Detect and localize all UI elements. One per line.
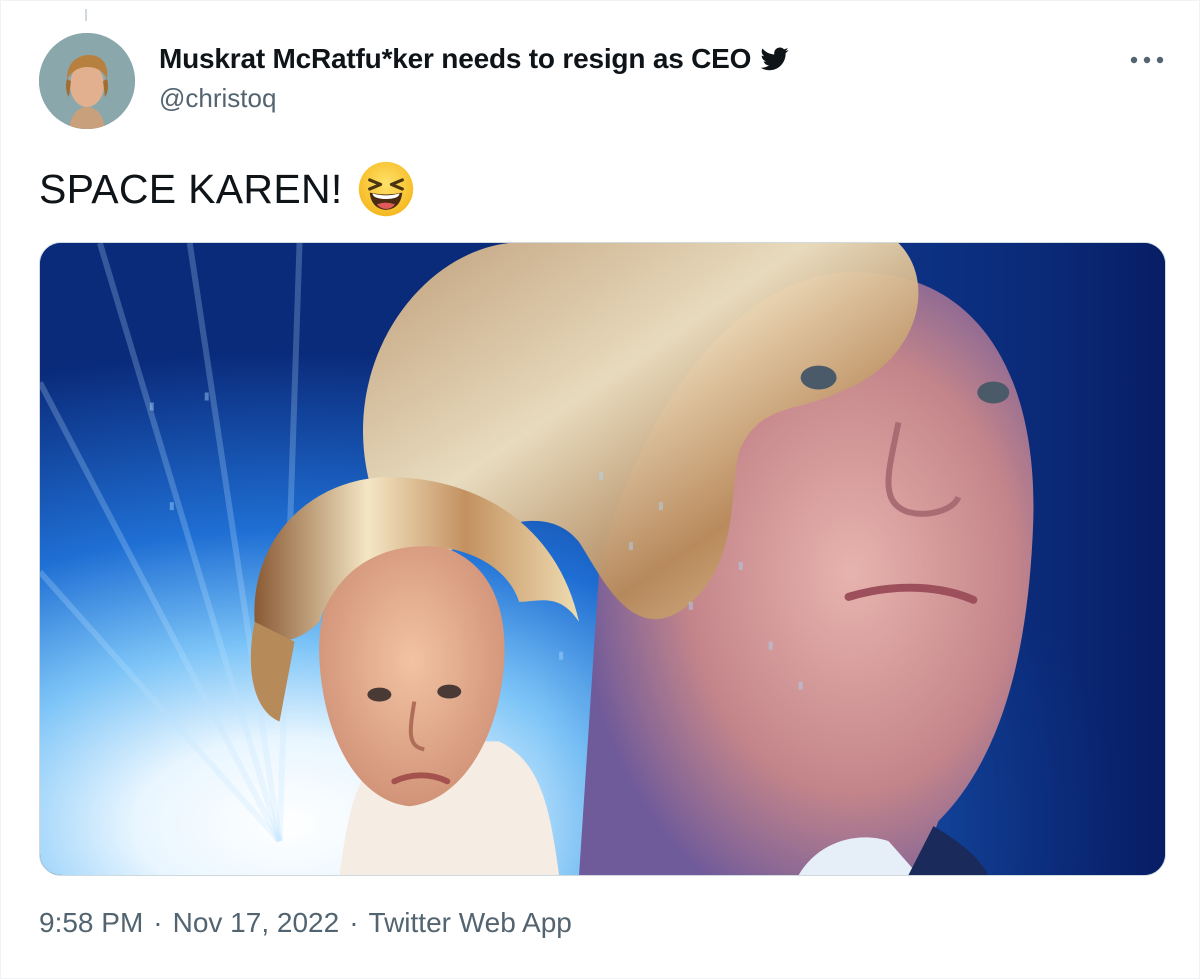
handle[interactable]: @christoq: [159, 83, 276, 114]
tweet-date-link[interactable]: Nov 17, 2022: [173, 907, 340, 939]
tweet-text: SPACE KAREN!: [39, 165, 343, 212]
thread-connector-line: [85, 9, 87, 21]
avatar[interactable]: [39, 33, 135, 129]
tweet-body: SPACE KAREN!: [39, 159, 415, 219]
tweet-metadata: 9:58 PM · Nov 17, 2022 · Twitter Web App: [39, 907, 572, 939]
twitter-bird-icon: [761, 47, 789, 71]
more-options-button[interactable]: [1127, 45, 1167, 75]
laughing-emoji-icon: [358, 161, 413, 217]
tweet-image-illustration: [40, 243, 1165, 875]
tweet-time-link[interactable]: 9:58 PM: [39, 907, 143, 939]
separator-dot: ·: [349, 907, 359, 938]
author-row: Muskrat McRatfu*ker needs to resign as C…: [159, 41, 789, 77]
tweet-source-link[interactable]: Twitter Web App: [369, 907, 572, 939]
avatar-image: [39, 33, 135, 129]
more-options-icon: [1130, 56, 1164, 64]
tweet-image[interactable]: [39, 242, 1166, 876]
separator-dot: ·: [153, 907, 163, 938]
display-name[interactable]: Muskrat McRatfu*ker needs to resign as C…: [159, 43, 751, 75]
tweet-card: Muskrat McRatfu*ker needs to resign as C…: [0, 0, 1200, 979]
